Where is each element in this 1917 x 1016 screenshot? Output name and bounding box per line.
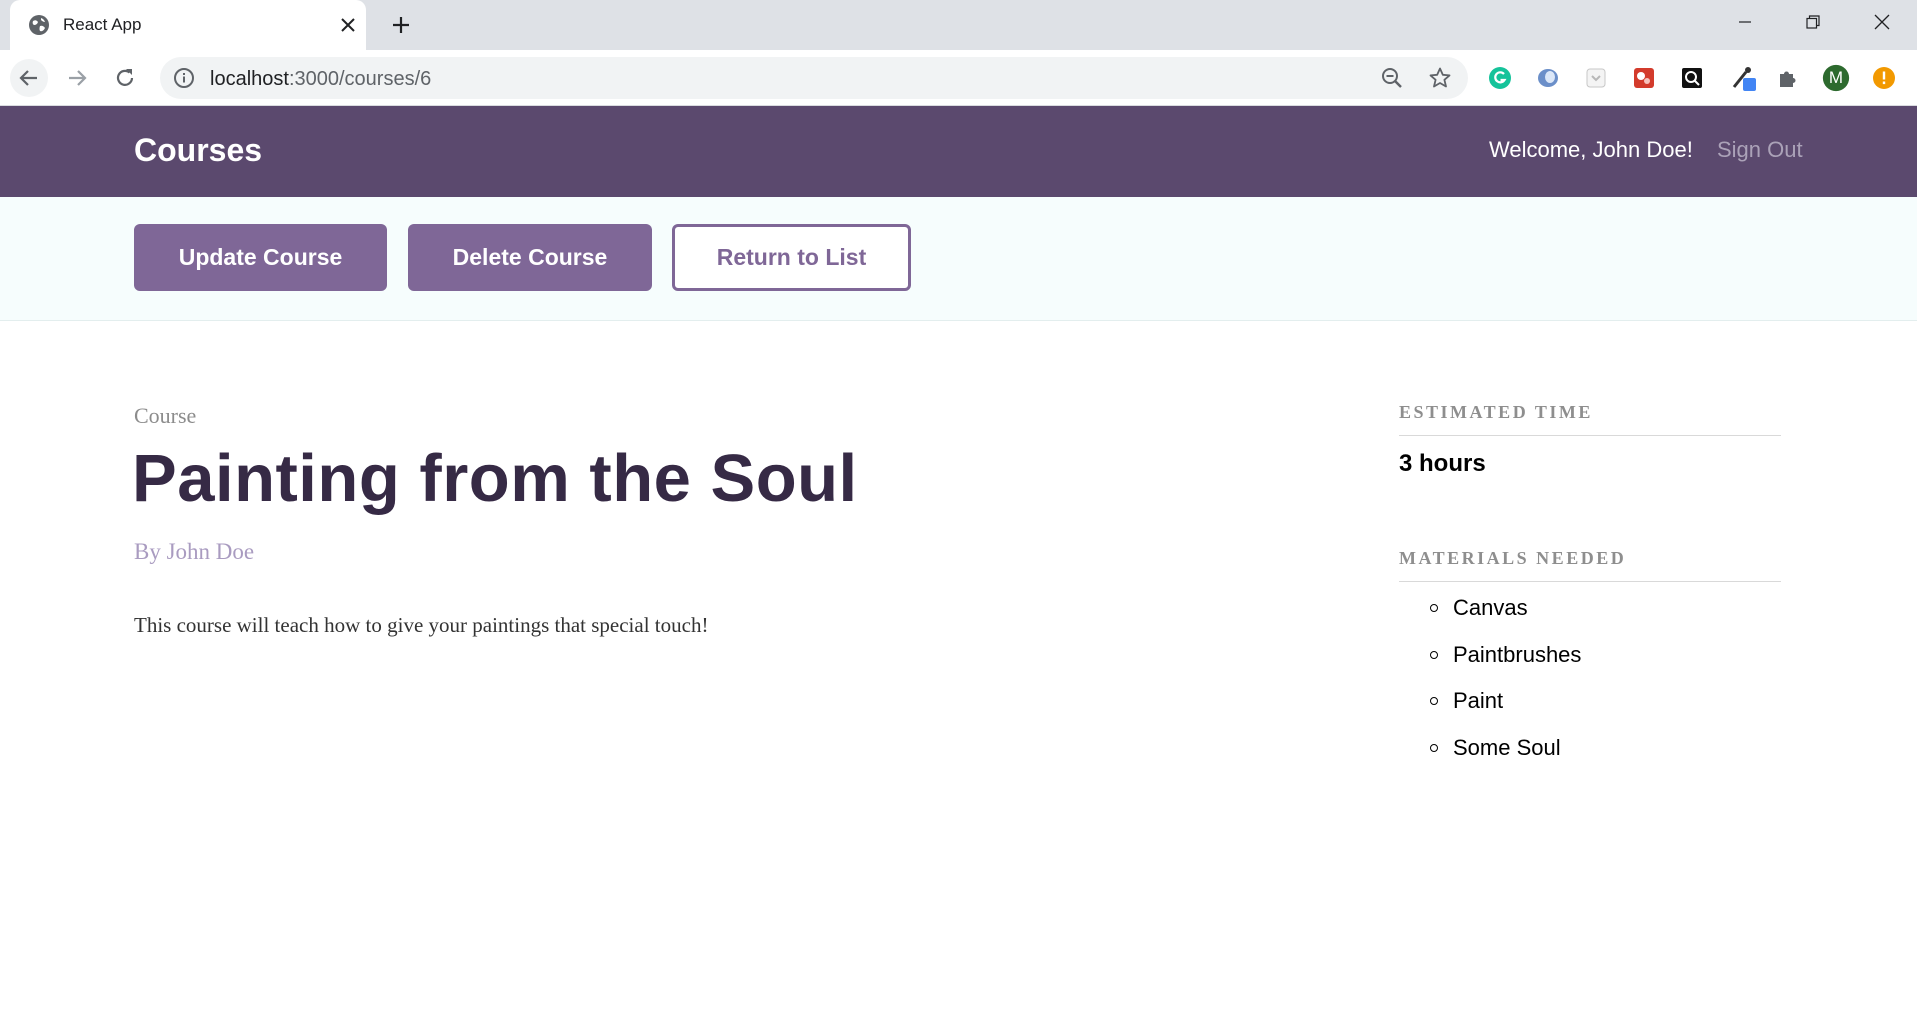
app-brand[interactable]: Courses — [134, 132, 262, 169]
browser-toolbar: localhost:3000/courses/6 M — [0, 50, 1917, 106]
globe-icon — [29, 15, 49, 35]
info-icon[interactable] — [173, 67, 195, 89]
bullet-icon — [1430, 650, 1438, 659]
grammarly-extension-icon[interactable] — [1486, 64, 1514, 92]
course-label: Course — [134, 403, 197, 428]
material-item: Canvas — [1399, 594, 1781, 641]
course-description: This course will teach how to give your … — [134, 613, 709, 637]
exclamation-icon[interactable] — [1870, 64, 1898, 92]
paint-extension-icon[interactable] — [1630, 64, 1658, 92]
materials-section: MATERIALS NEEDED Canvas Paintbrushes Pai… — [1399, 548, 1781, 780]
url-text: localhost:3000/courses/6 — [210, 68, 432, 90]
profile-initial: M — [1828, 68, 1844, 87]
eyedropper-extension-icon[interactable] — [1729, 64, 1757, 92]
course-author: By John Doe — [134, 539, 255, 564]
estimated-time-section: ESTIMATED TIME 3 hours — [1399, 402, 1781, 478]
update-course-button[interactable]: Update Course — [134, 224, 387, 291]
close-tab-icon[interactable] — [333, 10, 363, 40]
material-item: Paintbrushes — [1399, 641, 1781, 688]
return-to-list-button[interactable]: Return to List — [672, 224, 911, 291]
minimize-icon[interactable] — [1711, 0, 1779, 44]
browser-tab-strip: React App — [0, 0, 1917, 50]
material-item: Paint — [1399, 687, 1781, 734]
address-bar[interactable]: localhost:3000/courses/6 — [160, 57, 1468, 99]
course-actions-bar: Update Course Delete Course Return to Li… — [0, 197, 1917, 321]
tab-title: React App — [63, 15, 142, 34]
delete-course-button[interactable]: Delete Course — [408, 224, 652, 291]
sign-out-link[interactable]: Sign Out — [1717, 137, 1803, 163]
new-tab-icon[interactable] — [386, 10, 416, 40]
estimated-time-value: 3 hours — [1399, 450, 1486, 477]
pocket-extension-icon[interactable] — [1582, 64, 1610, 92]
profile-avatar[interactable]: M — [1822, 64, 1850, 92]
close-window-icon[interactable] — [1848, 0, 1916, 44]
app-header: Courses Welcome, John Doe! Sign Out — [0, 106, 1917, 197]
material-item: Some Soul — [1399, 734, 1781, 781]
star-icon[interactable] — [1428, 66, 1452, 90]
materials-heading: MATERIALS NEEDED — [1399, 548, 1781, 582]
arrow-right-icon[interactable] — [58, 59, 96, 97]
lens-extension-icon[interactable] — [1534, 64, 1562, 92]
bullet-icon — [1430, 743, 1438, 752]
reload-icon[interactable] — [106, 59, 144, 97]
welcome-message: Welcome, John Doe! — [1489, 137, 1693, 162]
bullet-icon — [1430, 604, 1438, 612]
restore-icon[interactable] — [1779, 0, 1847, 44]
materials-list: Canvas Paintbrushes Paint Some Soul — [1399, 594, 1781, 780]
zoom-out-icon[interactable] — [1380, 66, 1404, 90]
course-title: Painting from the Soul — [132, 441, 858, 516]
arrow-left-icon[interactable] — [10, 59, 48, 97]
magnifier-extension-icon[interactable] — [1678, 64, 1706, 92]
bullet-icon — [1430, 697, 1438, 705]
puzzle-icon[interactable] — [1774, 64, 1802, 92]
estimated-time-heading: ESTIMATED TIME — [1399, 402, 1781, 436]
browser-tab[interactable]: React App — [10, 0, 366, 50]
